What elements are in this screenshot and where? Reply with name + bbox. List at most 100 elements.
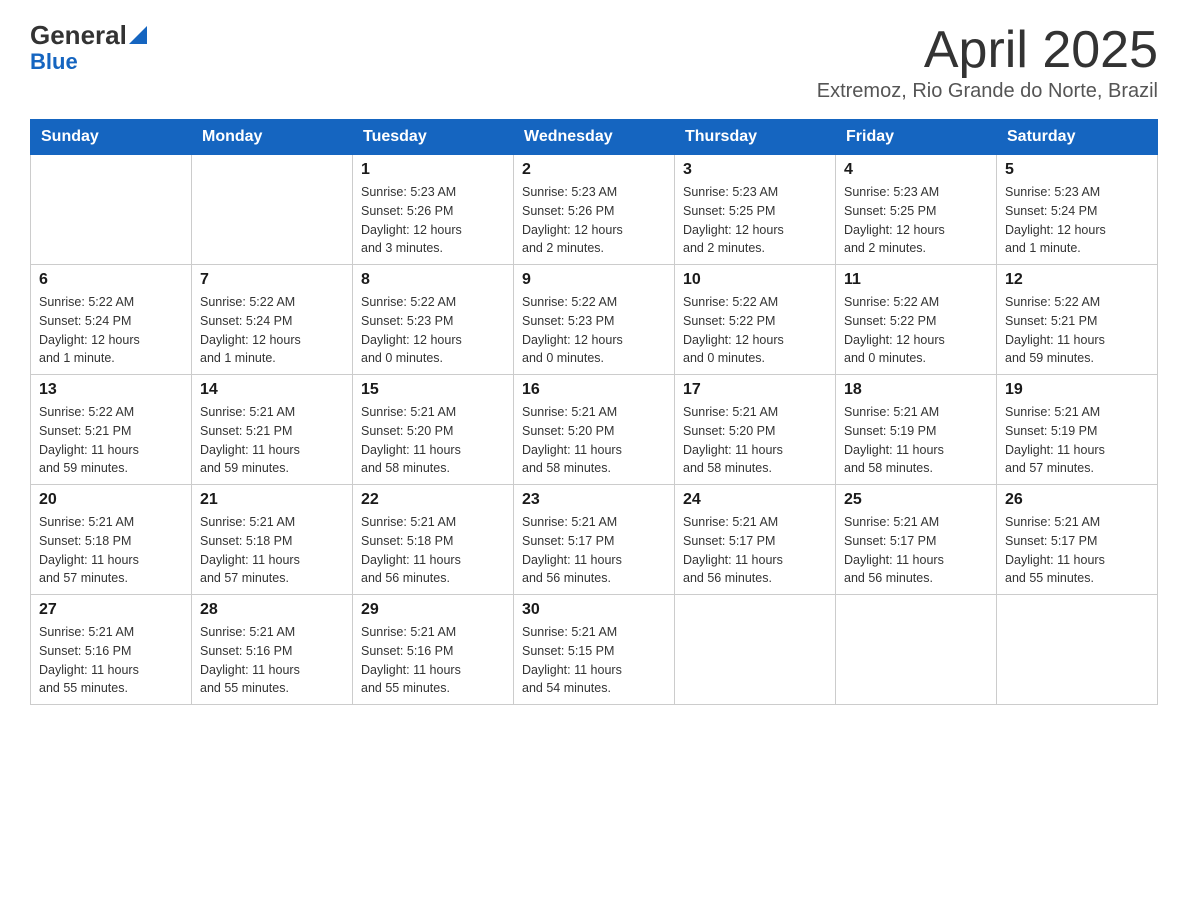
day-17: 17 Sunrise: 5:21 AMSunset: 5:20 PMDayligh… (675, 375, 836, 485)
calendar-header: SundayMondayTuesdayWednesdayThursdayFrid… (31, 120, 1158, 155)
week-row-2: 6 Sunrise: 5:22 AMSunset: 5:24 PMDaylight… (31, 265, 1158, 375)
week-row-3: 13 Sunrise: 5:22 AMSunset: 5:21 PMDayligh… (31, 375, 1158, 485)
day-18: 18Sunrise: 5:21 AMSunset: 5:19 PMDayligh… (836, 375, 997, 485)
day-15: 15Sunrise: 5:21 AMSunset: 5:20 PMDayligh… (353, 375, 514, 485)
day-info-30: Sunrise: 5:21 AMSunset: 5:15 PMDaylight:… (522, 623, 666, 698)
day-1: 1Sunrise: 5:23 AMSunset: 5:26 PMDaylight… (353, 155, 514, 265)
day-number-10: 10 (683, 271, 827, 289)
week-row-1: 1 Sunrise: 5:23 AMSunset: 5:26 PMDaylight… (31, 155, 1158, 265)
day-12: 12Sunrise: 5:22 AMSunset: 5:21 PMDayligh… (997, 265, 1158, 375)
day-number-5: 5 (1005, 161, 1149, 179)
day-number-22: 22 (361, 491, 505, 509)
day-8: 8 Sunrise: 5:22 AMSunset: 5:23 PMDaylight… (353, 265, 514, 375)
day-number-2: 2 (522, 161, 666, 179)
day-29: 29 Sunrise: 5:21 AMSunset: 5:16 PMDayligh… (353, 595, 514, 705)
day-info-9: Sunrise: 5:22 AMSunset: 5:23 PMDaylight:… (522, 293, 666, 368)
day-info-15: Sunrise: 5:21 AMSunset: 5:20 PMDaylight:… (361, 403, 505, 478)
weekday-header-wednesday: Wednesday (514, 120, 675, 155)
day-info-8: Sunrise: 5:22 AMSunset: 5:23 PMDaylight:… (361, 293, 505, 368)
day-number-25: 25 (844, 491, 988, 509)
day-number-3: 3 (683, 161, 827, 179)
day-number-12: 12 (1005, 271, 1149, 289)
day-info-27: Sunrise: 5:21 AMSunset: 5:16 PMDaylight:… (39, 623, 183, 698)
page-header: General Blue April 2025 Extremoz, Rio Gr… (30, 20, 1158, 103)
day-number-24: 24 (683, 491, 827, 509)
day-number-27: 27 (39, 601, 183, 619)
day-19: 19 Sunrise: 5:21 AMSunset: 5:19 PMDayligh… (997, 375, 1158, 485)
logo-triangle-icon (129, 26, 147, 44)
day-number-19: 19 (1005, 381, 1149, 399)
day-info-20: Sunrise: 5:21 AMSunset: 5:18 PMDaylight:… (39, 513, 183, 588)
day-info-16: Sunrise: 5:21 AMSunset: 5:20 PMDaylight:… (522, 403, 666, 478)
empty-cell-w0-d0 (31, 155, 192, 265)
calendar-table: SundayMondayTuesdayWednesdayThursdayFrid… (30, 119, 1158, 705)
day-number-20: 20 (39, 491, 183, 509)
day-24: 24 Sunrise: 5:21 AMSunset: 5:17 PMDayligh… (675, 485, 836, 595)
day-info-10: Sunrise: 5:22 AMSunset: 5:22 PMDaylight:… (683, 293, 827, 368)
day-info-29: Sunrise: 5:21 AMSunset: 5:16 PMDaylight:… (361, 623, 505, 698)
day-number-13: 13 (39, 381, 183, 399)
day-number-16: 16 (522, 381, 666, 399)
weekday-header-saturday: Saturday (997, 120, 1158, 155)
empty-cell-w4-d5 (836, 595, 997, 705)
day-22: 22 Sunrise: 5:21 AMSunset: 5:18 PMDayligh… (353, 485, 514, 595)
weekday-header-thursday: Thursday (675, 120, 836, 155)
day-26: 26 Sunrise: 5:21 AMSunset: 5:17 PMDayligh… (997, 485, 1158, 595)
day-9: 9 Sunrise: 5:22 AMSunset: 5:23 PMDaylight… (514, 265, 675, 375)
empty-cell-w4-d6 (997, 595, 1158, 705)
day-number-6: 6 (39, 271, 183, 289)
day-3: 3 Sunrise: 5:23 AMSunset: 5:25 PMDaylight… (675, 155, 836, 265)
day-info-17: Sunrise: 5:21 AMSunset: 5:20 PMDaylight:… (683, 403, 827, 478)
logo-blue-text: Blue (30, 49, 147, 75)
day-number-8: 8 (361, 271, 505, 289)
week-row-5: 27 Sunrise: 5:21 AMSunset: 5:16 PMDayligh… (31, 595, 1158, 705)
day-2: 2 Sunrise: 5:23 AMSunset: 5:26 PMDaylight… (514, 155, 675, 265)
day-number-26: 26 (1005, 491, 1149, 509)
day-23: 23Sunrise: 5:21 AMSunset: 5:17 PMDayligh… (514, 485, 675, 595)
day-info-3: Sunrise: 5:23 AMSunset: 5:25 PMDaylight:… (683, 183, 827, 258)
day-info-18: Sunrise: 5:21 AMSunset: 5:19 PMDaylight:… (844, 403, 988, 478)
day-number-29: 29 (361, 601, 505, 619)
day-number-30: 30 (522, 601, 666, 619)
day-11: 11 Sunrise: 5:22 AMSunset: 5:22 PMDayligh… (836, 265, 997, 375)
day-13: 13 Sunrise: 5:22 AMSunset: 5:21 PMDayligh… (31, 375, 192, 485)
day-info-22: Sunrise: 5:21 AMSunset: 5:18 PMDaylight:… (361, 513, 505, 588)
day-info-7: Sunrise: 5:22 AMSunset: 5:24 PMDaylight:… (200, 293, 344, 368)
day-number-17: 17 (683, 381, 827, 399)
weekday-header-friday: Friday (836, 120, 997, 155)
day-info-4: Sunrise: 5:23 AMSunset: 5:25 PMDaylight:… (844, 183, 988, 258)
logo-row1: General (30, 20, 147, 51)
day-info-19: Sunrise: 5:21 AMSunset: 5:19 PMDaylight:… (1005, 403, 1149, 478)
day-number-1: 1 (361, 161, 505, 179)
day-info-11: Sunrise: 5:22 AMSunset: 5:22 PMDaylight:… (844, 293, 988, 368)
logo-general-text: General (30, 20, 127, 51)
day-4: 4 Sunrise: 5:23 AMSunset: 5:25 PMDaylight… (836, 155, 997, 265)
weekday-header-row: SundayMondayTuesdayWednesdayThursdayFrid… (31, 120, 1158, 155)
day-7: 7 Sunrise: 5:22 AMSunset: 5:24 PMDaylight… (192, 265, 353, 375)
day-number-21: 21 (200, 491, 344, 509)
day-5: 5Sunrise: 5:23 AMSunset: 5:24 PMDaylight… (997, 155, 1158, 265)
day-25: 25Sunrise: 5:21 AMSunset: 5:17 PMDayligh… (836, 485, 997, 595)
day-27: 27 Sunrise: 5:21 AMSunset: 5:16 PMDayligh… (31, 595, 192, 705)
day-14: 14 Sunrise: 5:21 AMSunset: 5:21 PMDayligh… (192, 375, 353, 485)
day-info-13: Sunrise: 5:22 AMSunset: 5:21 PMDaylight:… (39, 403, 183, 478)
weekday-header-sunday: Sunday (31, 120, 192, 155)
calendar-body: 1 Sunrise: 5:23 AMSunset: 5:26 PMDaylight… (31, 155, 1158, 705)
day-info-14: Sunrise: 5:21 AMSunset: 5:21 PMDaylight:… (200, 403, 344, 478)
day-info-26: Sunrise: 5:21 AMSunset: 5:17 PMDaylight:… (1005, 513, 1149, 588)
day-number-9: 9 (522, 271, 666, 289)
day-info-21: Sunrise: 5:21 AMSunset: 5:18 PMDaylight:… (200, 513, 344, 588)
week-row-4: 20 Sunrise: 5:21 AMSunset: 5:18 PMDayligh… (31, 485, 1158, 595)
empty-cell-w4-d4 (675, 595, 836, 705)
day-number-7: 7 (200, 271, 344, 289)
day-info-24: Sunrise: 5:21 AMSunset: 5:17 PMDaylight:… (683, 513, 827, 588)
day-info-6: Sunrise: 5:22 AMSunset: 5:24 PMDaylight:… (39, 293, 183, 368)
day-number-14: 14 (200, 381, 344, 399)
day-info-2: Sunrise: 5:23 AMSunset: 5:26 PMDaylight:… (522, 183, 666, 258)
day-number-4: 4 (844, 161, 988, 179)
day-number-11: 11 (844, 271, 988, 289)
day-28: 28Sunrise: 5:21 AMSunset: 5:16 PMDayligh… (192, 595, 353, 705)
day-number-23: 23 (522, 491, 666, 509)
day-20: 20 Sunrise: 5:21 AMSunset: 5:18 PMDayligh… (31, 485, 192, 595)
day-6: 6 Sunrise: 5:22 AMSunset: 5:24 PMDaylight… (31, 265, 192, 375)
